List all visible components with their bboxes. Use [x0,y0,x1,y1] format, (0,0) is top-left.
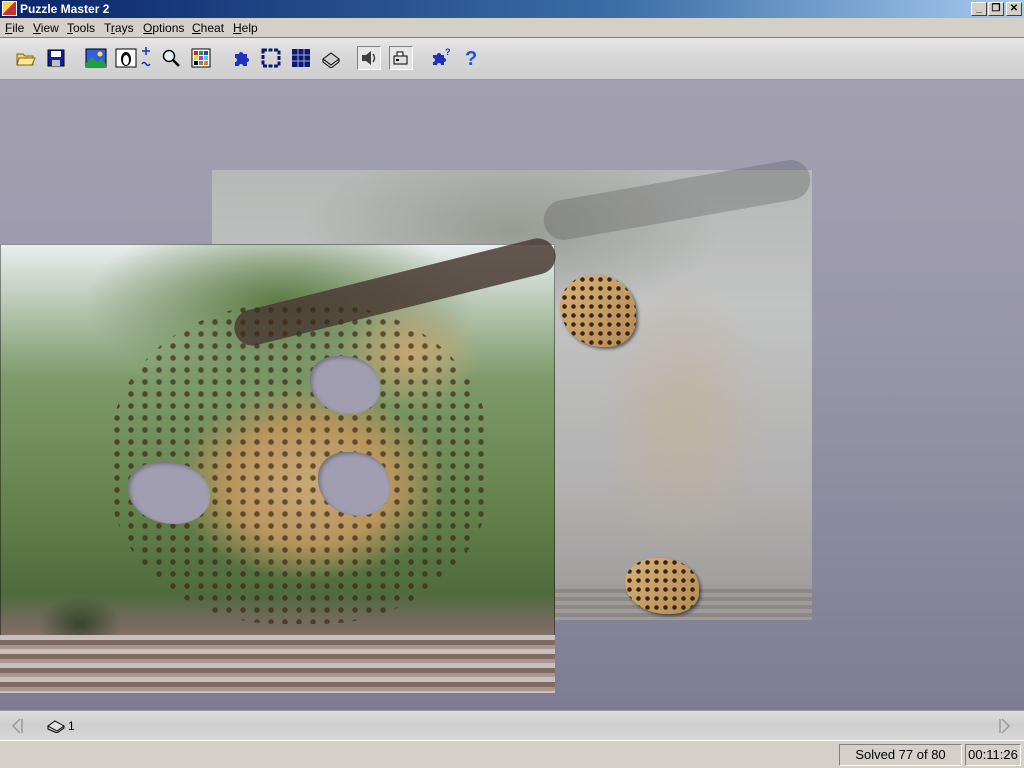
color-grid-icon[interactable] [189,46,213,70]
open-folder-icon[interactable] [14,46,38,70]
window-title: Puzzle Master 2 [20,2,110,16]
tray-prev-icon[interactable] [10,718,24,737]
svg-text:?: ? [445,47,451,57]
help-question-icon[interactable]: ? [459,46,483,70]
puzzle-piece-icon[interactable] [229,46,253,70]
menu-tools[interactable]: Tools [67,21,95,35]
edge-pieces-icon[interactable] [259,46,283,70]
svg-text:?: ? [465,48,477,69]
menu-view[interactable]: View [33,21,59,35]
save-disk-icon[interactable] [44,46,68,70]
title-bar: Puzzle Master 2 _ ❐ ✕ [0,0,1024,18]
menu-file[interactable]: File [5,21,24,35]
tray-print-icon[interactable] [319,46,343,70]
menu-trays[interactable]: Trays [104,21,134,35]
toolbar: ? ? [0,38,1024,80]
puzzle-board[interactable] [0,234,560,693]
tray-next-icon[interactable] [998,718,1012,737]
menu-options[interactable]: Options [143,21,184,35]
picture-icon[interactable] [84,46,108,70]
solved-count: Solved 77 of 80 [839,744,962,766]
restore-button[interactable]: ❐ [988,2,1004,16]
close-button[interactable]: ✕ [1006,2,1022,16]
status-bar: Solved 77 of 80 00:11:26 [0,740,1024,768]
menu-cheat[interactable]: Cheat [192,21,224,35]
minimize-button[interactable]: _ [971,2,987,16]
sound-toggle-icon[interactable] [357,46,381,70]
menu-help[interactable]: Help [233,21,258,35]
music-toggle-icon[interactable] [389,46,413,70]
tray-bar: 1 [0,710,1024,740]
tray-icon[interactable] [46,719,66,736]
menu-bar: File View Tools Trays Options Cheat Help [0,18,1024,38]
tray-number: 1 [68,719,75,733]
app-icon [2,1,17,16]
grid-pieces-icon[interactable] [289,46,313,70]
elapsed-time: 00:11:26 [965,744,1021,766]
puzzle-help-icon[interactable]: ? [429,46,453,70]
penguin-picture-icon[interactable] [114,46,138,70]
size-adjust-icon[interactable] [136,46,156,70]
puzzle-workspace[interactable] [0,80,1024,710]
magnifier-icon[interactable] [159,46,183,70]
